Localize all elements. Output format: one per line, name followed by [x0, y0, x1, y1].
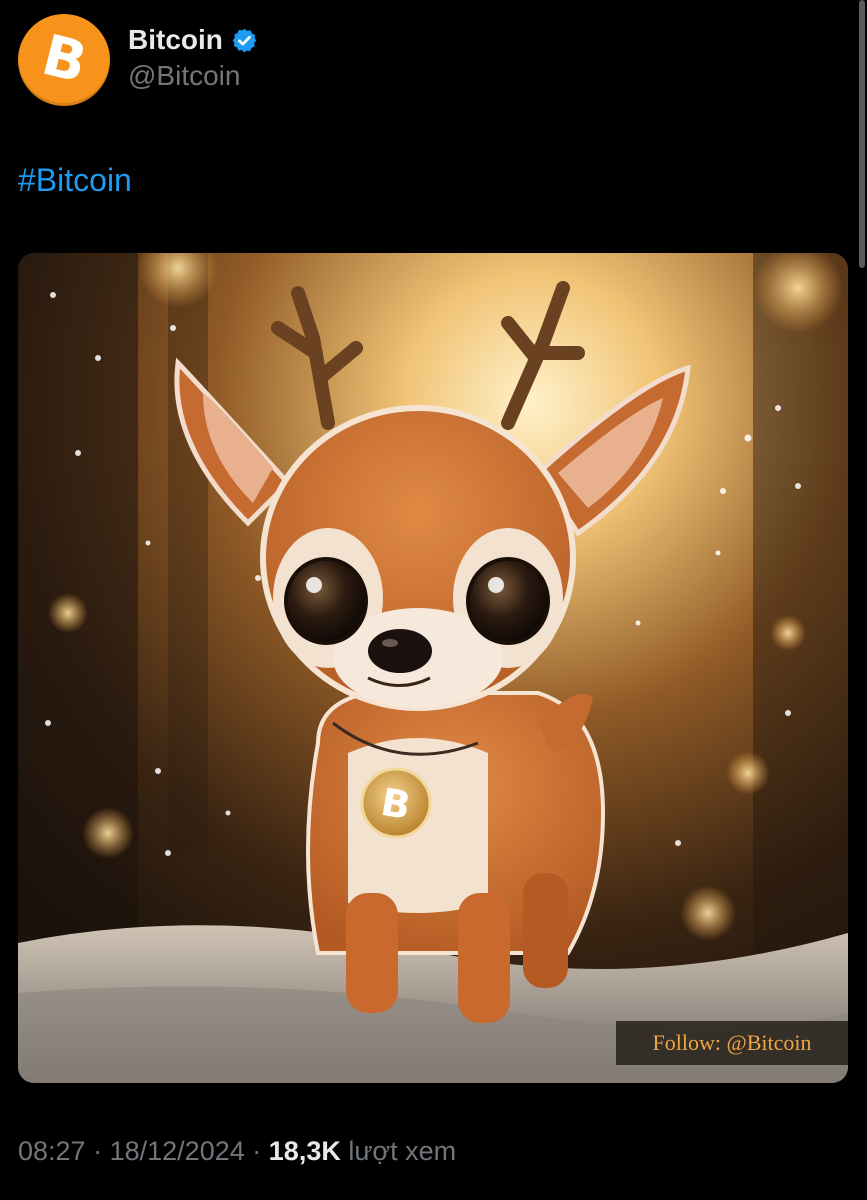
- views-count: 18,3K: [268, 1136, 341, 1166]
- watermark-follow: Follow: @Bitcoin: [616, 1021, 848, 1065]
- tweet-time[interactable]: 08:27: [18, 1136, 86, 1166]
- scrollbar[interactable]: [859, 0, 865, 268]
- meta-separator: ·: [93, 1136, 103, 1166]
- tweet-meta: 08:27 · 18/12/2024 · 18,3K lượt xem: [18, 1136, 456, 1167]
- deer-illustration: B: [18, 253, 848, 1083]
- hashtag-link[interactable]: #Bitcoin: [18, 162, 132, 199]
- author-avatar[interactable]: B: [18, 14, 110, 106]
- tweet-header: B Bitcoin @Bitcoin: [18, 14, 258, 106]
- views-label: lượt xem: [348, 1136, 457, 1166]
- display-name-row: Bitcoin: [128, 24, 258, 56]
- tweet-date[interactable]: 18/12/2024: [110, 1136, 245, 1166]
- bitcoin-logo-icon: B: [35, 22, 93, 97]
- author-names: Bitcoin @Bitcoin: [128, 24, 258, 92]
- author-handle[interactable]: @Bitcoin: [128, 60, 258, 92]
- verified-badge-icon[interactable]: [231, 27, 258, 54]
- display-name[interactable]: Bitcoin: [128, 24, 223, 56]
- meta-separator: ·: [252, 1136, 262, 1166]
- tweet-image[interactable]: B Follow: @Bitcoin: [18, 253, 848, 1083]
